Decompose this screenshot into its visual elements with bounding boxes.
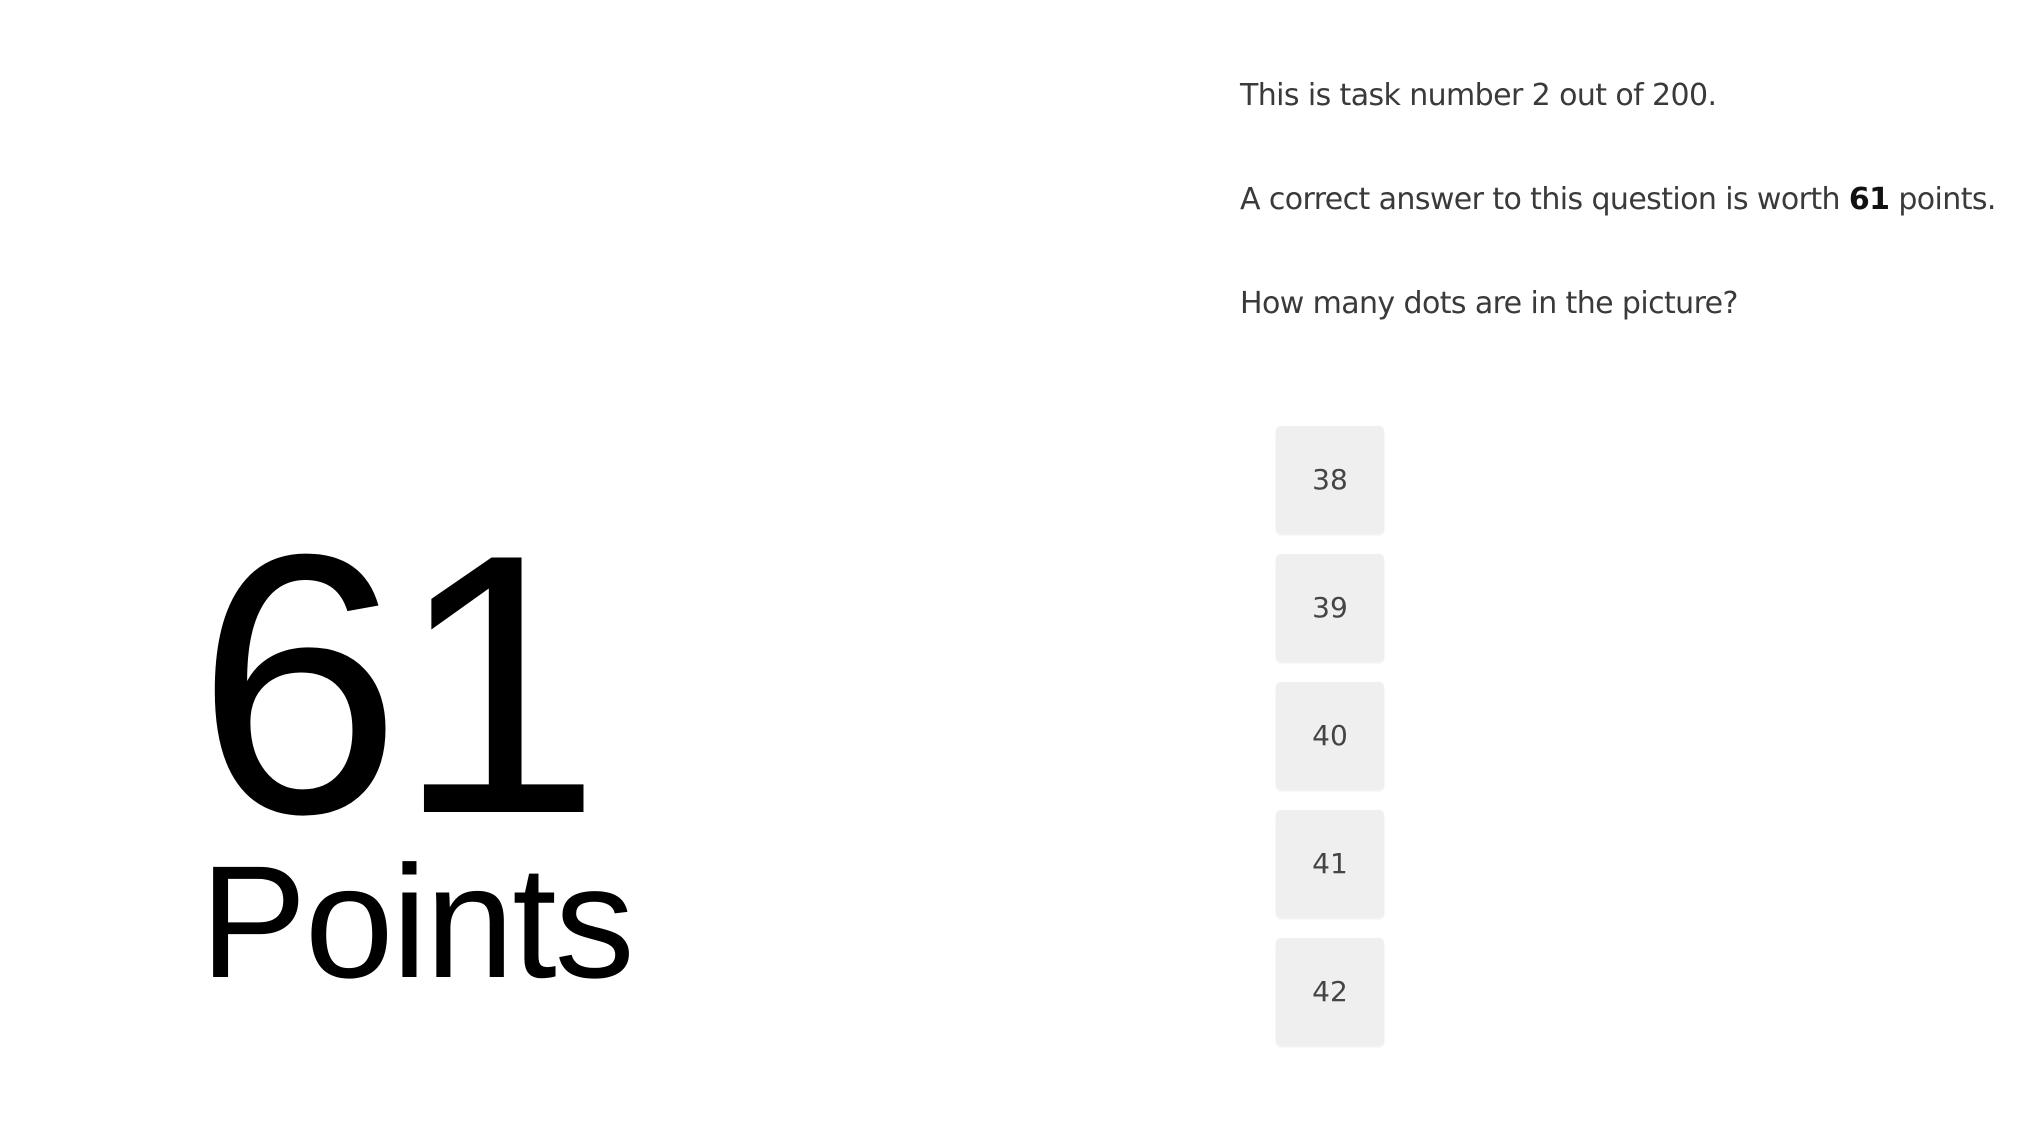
answer-button-42[interactable]: 42 bbox=[1276, 938, 1384, 1046]
answer-button-41[interactable]: 41 bbox=[1276, 810, 1384, 918]
answer-button-39[interactable]: 39 bbox=[1276, 554, 1384, 662]
task-worth-value: 61 bbox=[1848, 182, 1890, 217]
task-worth: A correct answer to this question is wor… bbox=[1240, 178, 2000, 222]
task-panel: This is task number 2 out of 200. A corr… bbox=[1240, 74, 2000, 326]
points-value: 61 bbox=[196, 478, 602, 891]
task-worth-prefix: A correct answer to this question is wor… bbox=[1240, 182, 1849, 217]
task-question: How many dots are in the picture? bbox=[1240, 286, 1738, 321]
answer-button-40[interactable]: 40 bbox=[1276, 682, 1384, 790]
answer-button-38[interactable]: 38 bbox=[1276, 426, 1384, 534]
task-worth-suffix: points. bbox=[1889, 182, 1996, 217]
task-counter: This is task number 2 out of 200. bbox=[1240, 78, 1717, 113]
points-label: Points bbox=[200, 832, 635, 1011]
answer-options: 38 39 40 41 42 bbox=[1276, 426, 1384, 1066]
points-display: 61 Points bbox=[196, 500, 896, 1002]
